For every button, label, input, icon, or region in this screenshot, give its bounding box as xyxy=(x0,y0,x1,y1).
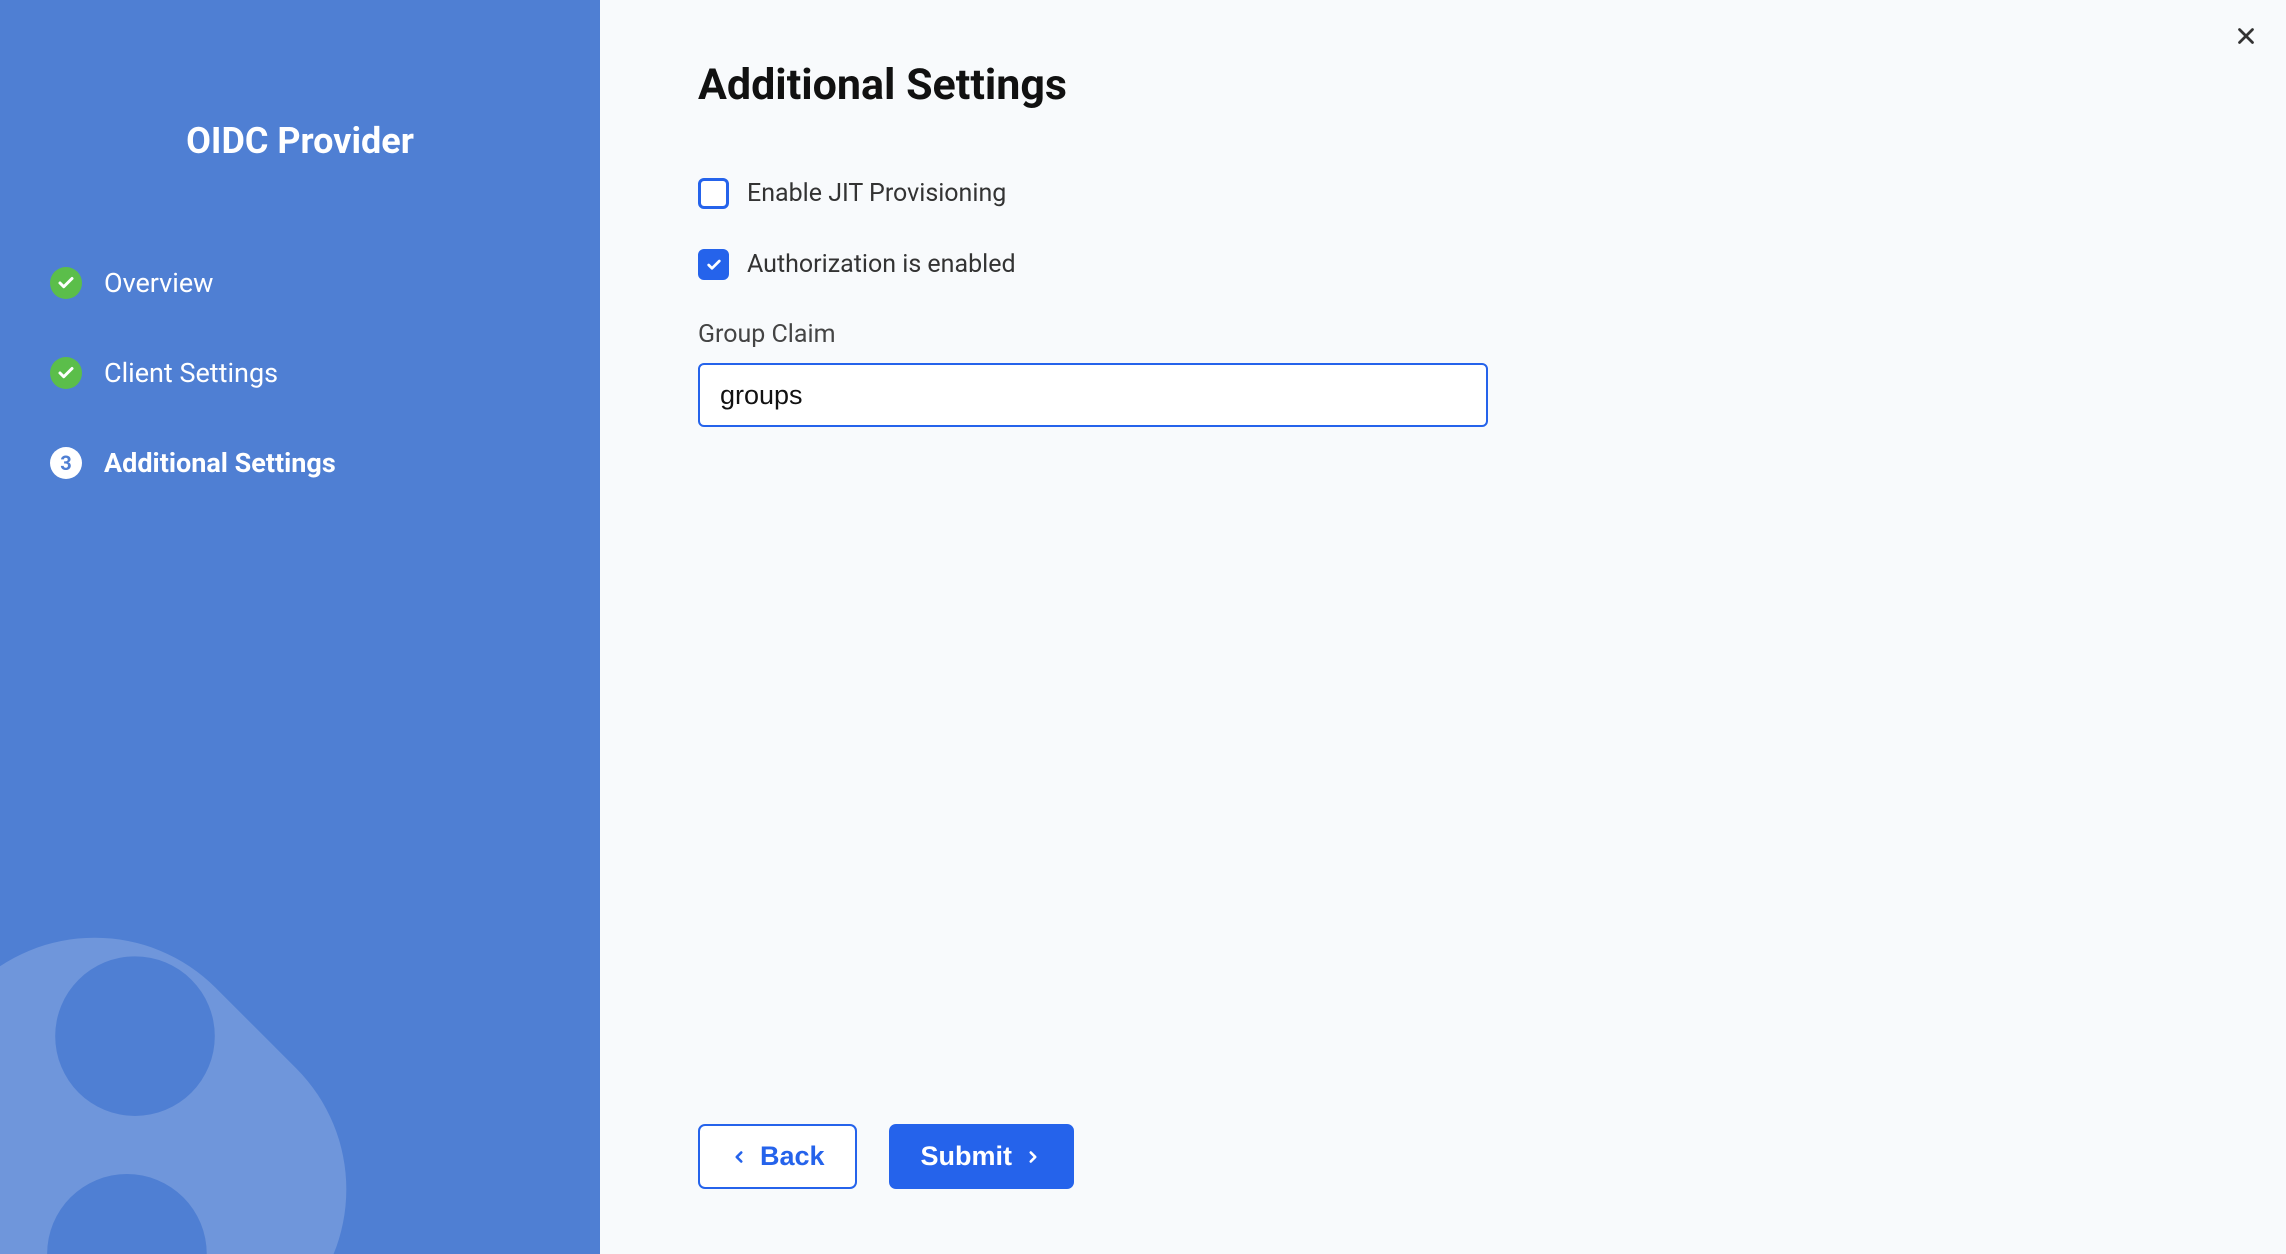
wizard-title: OIDC Provider xyxy=(50,120,550,162)
jit-provisioning-checkbox[interactable] xyxy=(698,178,729,209)
step-label: Client Settings xyxy=(104,357,278,389)
background-logo-shape xyxy=(0,864,420,1254)
step-label: Additional Settings xyxy=(104,447,336,479)
authorization-enabled-row: Authorization is enabled xyxy=(698,249,1488,280)
check-icon xyxy=(50,357,82,389)
group-claim-input[interactable] xyxy=(698,363,1488,427)
step-client-settings[interactable]: Client Settings xyxy=(50,357,550,389)
button-row: Back Submit xyxy=(698,1124,1074,1189)
step-overview[interactable]: Overview xyxy=(50,267,550,299)
submit-button[interactable]: Submit xyxy=(889,1124,1075,1189)
back-button[interactable]: Back xyxy=(698,1124,857,1189)
chevron-left-icon xyxy=(730,1148,748,1166)
page-title: Additional Settings xyxy=(698,60,2188,110)
main-content: Additional Settings Enable JIT Provision… xyxy=(600,0,2286,1254)
back-button-label: Back xyxy=(760,1141,825,1172)
chevron-right-icon xyxy=(1024,1148,1042,1166)
authorization-enabled-checkbox[interactable] xyxy=(698,249,729,280)
wizard-sidebar: OIDC Provider Overview Clien xyxy=(0,0,600,1254)
form-area: Enable JIT Provisioning Authorization is… xyxy=(698,178,1488,427)
close-button[interactable] xyxy=(2228,18,2264,54)
close-icon xyxy=(2233,23,2259,49)
submit-button-label: Submit xyxy=(921,1141,1013,1172)
step-list: Overview Client Settings 3 Additional Se… xyxy=(50,267,550,479)
check-icon xyxy=(50,267,82,299)
step-number-icon: 3 xyxy=(50,447,82,479)
check-icon xyxy=(706,257,722,273)
step-label: Overview xyxy=(104,267,213,299)
group-claim-label: Group Claim xyxy=(698,320,1488,349)
authorization-enabled-label: Authorization is enabled xyxy=(747,250,1016,279)
jit-provisioning-label: Enable JIT Provisioning xyxy=(747,179,1006,208)
step-additional-settings[interactable]: 3 Additional Settings xyxy=(50,447,550,479)
jit-provisioning-row: Enable JIT Provisioning xyxy=(698,178,1488,209)
